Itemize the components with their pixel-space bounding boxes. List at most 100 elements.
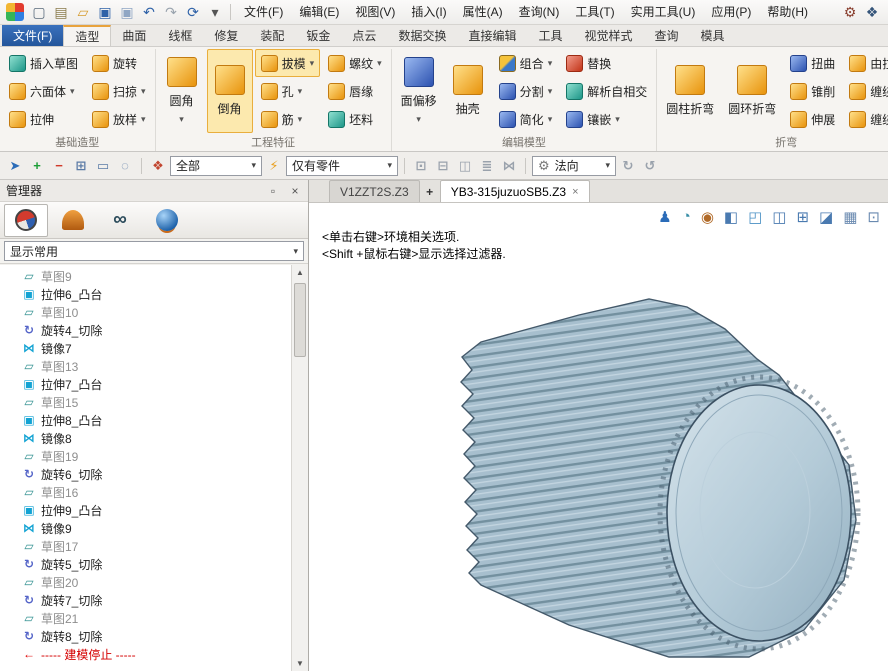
lip-button[interactable]: 唇缘 ▾: [322, 77, 388, 105]
tree-item[interactable]: ↻ 旋转6_切除: [0, 465, 292, 483]
grid-icon[interactable]: ⊞: [796, 208, 809, 226]
bend-by-extrude-button[interactable]: 由拉伸 ▾: [843, 49, 888, 77]
tree-item[interactable]: ⋈ 镜像8: [0, 429, 292, 447]
snap-entity-icon[interactable]: ⊡: [411, 156, 431, 176]
ribbon-tab-point-cloud[interactable]: 点云: [341, 25, 387, 46]
new-tab-button[interactable]: +: [422, 181, 438, 202]
tree-item[interactable]: ↻ 旋转7_切除: [0, 591, 292, 609]
ribbon-tab-repair[interactable]: 修复: [203, 25, 249, 46]
tree-item[interactable]: ▱ 草图9: [0, 267, 292, 285]
ribbon-tab-shape[interactable]: 造型: [63, 25, 111, 46]
menu-item-attributes[interactable]: 属性(A): [455, 0, 511, 24]
snap-face-icon[interactable]: ⊟: [433, 156, 453, 176]
rib-button[interactable]: 筋 ▾: [255, 105, 321, 133]
smart-pick-icon[interactable]: ⚡: [264, 156, 284, 176]
tree-item[interactable]: ▱ 草图16: [0, 483, 292, 501]
tree-item[interactable]: ⋈ 镜像7: [0, 339, 292, 357]
ribbon-tab-wireframe[interactable]: 线框: [157, 25, 203, 46]
scroll-up-icon[interactable]: ▲: [292, 265, 308, 280]
ribbon-tab-inquire[interactable]: 查询: [644, 25, 690, 46]
undo-icon[interactable]: ↶: [139, 2, 159, 22]
inlay-button[interactable]: 镶嵌 ▾: [560, 105, 653, 133]
tree-item[interactable]: ▣ 拉伸6_凸台: [0, 285, 292, 303]
tree-item[interactable]: ↻ 旋转8_切除: [0, 627, 292, 645]
shell-button[interactable]: 抽壳 ▾: [445, 49, 491, 133]
close-panel-icon[interactable]: ×: [288, 184, 302, 198]
tree-item[interactable]: ▱ 草图15: [0, 393, 292, 411]
chamfer-button[interactable]: 倒角 ▾: [207, 49, 253, 133]
torus-bend-button[interactable]: 圆环折弯 ▾: [722, 49, 782, 133]
hole-button[interactable]: 孔 ▾: [255, 77, 321, 105]
thread-button[interactable]: 螺纹 ▾: [322, 49, 388, 77]
entity-filter-dropdown[interactable]: 全部 ▾: [170, 156, 262, 176]
ribbon-tab-file[interactable]: 文件(F): [2, 25, 63, 46]
face-offset-button[interactable]: 面偏移 ▾: [395, 49, 443, 133]
cylindrical-bend-button[interactable]: 圆柱折弯 ▾: [660, 49, 720, 133]
tree-item[interactable]: ▱ 草图10: [0, 303, 292, 321]
open-icon[interactable]: ▱: [73, 2, 93, 22]
add-to-selection-icon[interactable]: +: [27, 156, 47, 176]
view-manager-tab[interactable]: [145, 204, 189, 237]
display-filter-dropdown[interactable]: 显示常用 ▾: [4, 241, 304, 261]
split-button[interactable]: 分割 ▾: [493, 77, 559, 105]
select-arrow-icon[interactable]: ➤: [5, 156, 25, 176]
background-icon[interactable]: ▦: [843, 208, 857, 226]
camera-icon[interactable]: ◉: [701, 208, 714, 226]
new-file-icon[interactable]: ▢: [29, 2, 49, 22]
tree-item[interactable]: ▱ 草图19: [0, 447, 292, 465]
stock-button[interactable]: 坯料 ▾: [322, 105, 388, 133]
tree-item[interactable]: ▣ 拉伸7_凸台: [0, 375, 292, 393]
scroll-down-icon[interactable]: ▼: [292, 656, 308, 671]
tree-item[interactable]: ▱ 草图13: [0, 357, 292, 375]
save-icon[interactable]: ▣: [95, 2, 115, 22]
front-face[interactable]: [667, 385, 851, 641]
menu-item-insert[interactable]: 插入(I): [403, 0, 454, 24]
ribbon-tab-data-exchange[interactable]: 数据交换: [387, 25, 457, 46]
close-tab-icon[interactable]: ×: [572, 186, 578, 198]
maximize-viewport-icon[interactable]: ⊡: [867, 208, 880, 226]
history-manager-tab[interactable]: [4, 204, 48, 237]
tree-item[interactable]: ↻ 旋转4_切除: [0, 321, 292, 339]
tree-scrollbar[interactable]: ▲ ▼: [291, 265, 308, 671]
view-cube-icon[interactable]: ◰: [748, 208, 762, 226]
settings-icon[interactable]: ⚙: [840, 2, 860, 22]
insert-sketch-button[interactable]: 插入草图 ▾: [3, 49, 84, 77]
save-all-icon[interactable]: ▣: [117, 2, 137, 22]
scrollbar-thumb[interactable]: [294, 283, 306, 357]
menu-item-applications[interactable]: 应用(P): [703, 0, 759, 24]
combine-button[interactable]: 组合 ▾: [493, 49, 559, 77]
pick-box-icon[interactable]: ⊞: [71, 156, 91, 176]
revolve-button[interactable]: 旋转 ▾: [86, 49, 152, 77]
extrude-button[interactable]: 拉伸 ▾: [3, 105, 84, 133]
regen-icon[interactable]: ⟳: [183, 2, 203, 22]
wrap-to-curve-button[interactable]: 缠绕 ▾: [843, 105, 888, 133]
taper-button[interactable]: 锥削 ▾: [784, 77, 841, 105]
simplify-button[interactable]: 简化 ▾: [493, 105, 559, 133]
menu-item-file[interactable]: 文件(F): [236, 0, 291, 24]
normal-mode-dropdown[interactable]: ⚙ 法向 ▾: [532, 156, 616, 176]
window-pick-icon[interactable]: ▭: [93, 156, 113, 176]
loft-button[interactable]: 放样 ▾: [86, 105, 152, 133]
tree-item[interactable]: ▱ 草图21: [0, 609, 292, 627]
tree-item[interactable]: ▣ 拉伸8_凸台: [0, 411, 292, 429]
viewport-3d[interactable]: ♟◔◉◧◰◫⊞◪▦⊡ <单击右键>环境相关选项. <Shift +鼠标右键>显示…: [309, 203, 888, 671]
rotate-ccw-icon[interactable]: ↺: [640, 156, 660, 176]
ribbon-tab-mold[interactable]: 模具: [690, 25, 736, 46]
menu-item-inquire[interactable]: 查询(N): [511, 0, 568, 24]
tree-item[interactable]: ▱ 草图20: [0, 573, 292, 591]
remove-from-selection-icon[interactable]: −: [49, 156, 69, 176]
tree-item[interactable]: ← ----- 建模停止 -----: [0, 645, 292, 663]
stretch-button[interactable]: 伸展 ▾: [784, 105, 841, 133]
redo-icon[interactable]: ↷: [161, 2, 181, 22]
ribbon-tab-direct-edit[interactable]: 直接编辑: [457, 25, 527, 46]
ribbon-tab-tools[interactable]: 工具: [527, 25, 573, 46]
rotate-cw-icon[interactable]: ↻: [618, 156, 638, 176]
tree-item[interactable]: ▱ 草图17: [0, 537, 292, 555]
resources-icon[interactable]: ❖: [862, 2, 882, 22]
model-3d[interactable]: [419, 285, 879, 665]
polygon-pick-icon[interactable]: ◌: [115, 156, 135, 176]
document-tab-active[interactable]: YB3-315juzuoSB5.Z3 ×: [440, 180, 590, 202]
template-icon[interactable]: ▤: [51, 2, 71, 22]
scope-filter-dropdown[interactable]: 仅有零件 ▾: [286, 156, 398, 176]
wrap-to-face-button[interactable]: 缠绕 ▾: [843, 77, 888, 105]
